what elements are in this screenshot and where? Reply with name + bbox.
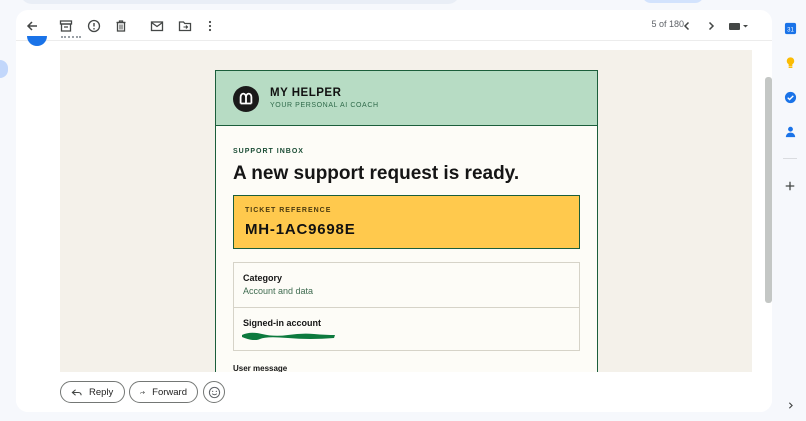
nav-indicator-edge: [0, 60, 8, 78]
expand-icon[interactable]: [781, 396, 799, 414]
back-arrow-icon[interactable]: [22, 16, 42, 36]
ticket-number: MH-1AC9698E: [245, 221, 356, 238]
trash-icon[interactable]: [111, 16, 131, 36]
ticket-reference-box: TICKET REFERENCE MH-1AC9698E: [233, 195, 580, 249]
email-body: MY HELPER YOUR PERSONAL AI COACH SUPPORT…: [60, 50, 752, 372]
archive-icon[interactable]: [56, 16, 76, 36]
brand-tagline: YOUR PERSONAL AI COACH: [270, 102, 379, 109]
category-label: Category: [243, 273, 283, 283]
message-toolbar: 5 of 180: [16, 10, 772, 41]
keep-icon[interactable]: [781, 53, 799, 71]
tasks-icon[interactable]: [781, 88, 799, 106]
reply-icon: [71, 388, 82, 396]
category-value: Account and data: [243, 286, 314, 296]
contacts-icon[interactable]: [781, 122, 799, 140]
rail-divider: [783, 158, 797, 159]
brand-header: MY HELPER YOUR PERSONAL AI COACH: [216, 71, 597, 126]
category-row: Category Account and data: [234, 263, 579, 307]
user-message-label: User message: [233, 364, 288, 372]
account-row: Signed-in account: [234, 307, 579, 351]
emoji-button[interactable]: [203, 381, 225, 403]
pagination-counter: 5 of 180: [651, 19, 684, 29]
svg-text:31: 31: [787, 27, 794, 33]
keyboard-icon[interactable]: [727, 16, 751, 36]
notification-card: MY HELPER YOUR PERSONAL AI COACH SUPPORT…: [215, 70, 598, 372]
reply-label: Reply: [89, 386, 114, 398]
email-headline: A new support request is ready.: [233, 163, 520, 184]
side-panel-rail: 31: [776, 0, 806, 421]
ticket-label: TICKET REFERENCE: [245, 207, 332, 214]
forward-icon: [140, 390, 145, 394]
redacted-account-value: [242, 332, 335, 340]
mark-unread-icon[interactable]: [147, 16, 167, 36]
request-details: Category Account and data Signed-in acco…: [233, 262, 580, 351]
header-pill-edge: [642, 0, 704, 3]
calendar-icon[interactable]: 31: [781, 19, 799, 37]
smiley-icon: [208, 386, 220, 398]
move-to-folder-icon[interactable]: [175, 16, 195, 36]
forward-button[interactable]: Forward: [129, 381, 198, 403]
section-eyebrow: SUPPORT INBOX: [233, 148, 304, 155]
brand-logo: [233, 86, 259, 112]
sender-avatar[interactable]: [27, 36, 47, 46]
report-spam-icon[interactable]: [84, 16, 104, 36]
sender-details-edge: [61, 36, 81, 40]
forward-label: Forward: [152, 386, 187, 398]
add-icon[interactable]: [781, 177, 799, 195]
chevron-left-icon[interactable]: [677, 16, 697, 36]
reply-button[interactable]: Reply: [60, 381, 125, 403]
message-panel: 5 of 180 MY HELPER YOUR PERSONAL AI COAC…: [16, 10, 772, 412]
more-vert-icon[interactable]: [200, 16, 220, 36]
account-label: Signed-in account: [243, 318, 322, 328]
chevron-right-icon[interactable]: [701, 16, 721, 36]
search-bar-edge: [20, 0, 460, 4]
brand-name: MY HELPER: [270, 87, 342, 99]
reply-actions: Reply Forward: [16, 372, 772, 412]
scrollbar-thumb[interactable]: [765, 77, 772, 303]
